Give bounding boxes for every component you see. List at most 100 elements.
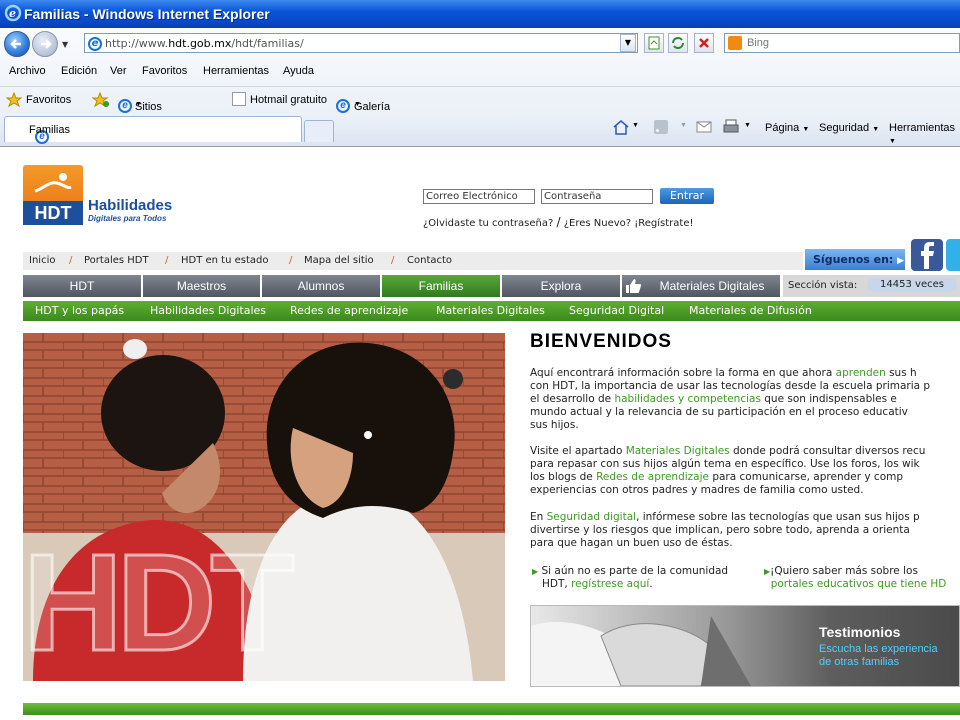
menu-archivo[interactable]: Archivo [9, 65, 46, 77]
facebook-glyph-icon [921, 242, 934, 269]
register-link[interactable]: ¿Eres Nuevo? ¡Regístrate! [564, 218, 694, 229]
testimonials-photo [531, 616, 751, 686]
url-prefix: http://www. [105, 37, 169, 50]
twitter-icon[interactable] [946, 239, 960, 271]
link-materiales-digitales[interactable]: Materiales Digitales [626, 445, 730, 457]
email-field[interactable]: Correo Electrónico [423, 189, 535, 204]
chevron-down-icon: ▼ [872, 126, 880, 133]
intro-paragraph: Aquí encontrará información sobre la for… [530, 367, 960, 432]
link-seguridad-digital[interactable]: Seguridad digital [547, 511, 636, 523]
new-tab-button[interactable] [304, 120, 334, 142]
link-aprenden[interactable]: aprenden [836, 367, 886, 379]
link-portales-hdt[interactable]: Portales HDT [84, 255, 149, 266]
compatibility-button[interactable] [644, 33, 664, 53]
text: Aquí encontrará información sobre la for… [530, 367, 836, 379]
search-placeholder: Bing [747, 37, 770, 49]
tab-familias[interactable]: e Familias [4, 116, 302, 144]
testimonials-subtitle: Escucha las experiencia de otras familias [819, 643, 938, 669]
link-redes-aprendizaje[interactable]: Redes de aprendizaje [596, 471, 709, 483]
nav-materiales-digitales[interactable]: Materiales Digitales [622, 275, 780, 297]
nav-familias[interactable]: Familias [382, 275, 500, 297]
nav-alumnos[interactable]: Alumnos [262, 275, 380, 297]
section-views-label: Sección vista: [788, 280, 858, 291]
forgot-password-link[interactable]: ¿Olvidaste tu contraseña? [423, 218, 553, 229]
subnav-hdt-papas[interactable]: HDT y los papás [35, 304, 124, 317]
subnav-habilidades-digitales[interactable]: Habilidades Digitales [150, 304, 266, 317]
text: sus h [885, 367, 917, 379]
logo-subtitle: Digitales para Todos [88, 214, 167, 223]
text: En [530, 511, 547, 523]
window-title: Familias - Windows Internet Explorer [24, 6, 270, 22]
back-button[interactable] [4, 31, 30, 57]
nav-maestros[interactable]: Maestros [143, 275, 260, 297]
address-bar[interactable]: e http://www.hdt.gob.mx/hdt/familias/ [84, 33, 638, 53]
search-box[interactable]: Bing [724, 33, 960, 53]
nav-explora[interactable]: Explora [502, 275, 620, 297]
facebook-icon[interactable] [911, 239, 943, 271]
cmd-herramientas[interactable]: Herramientas ▼ [889, 122, 960, 146]
menu-favoritos[interactable]: Favoritos [142, 65, 187, 77]
menu-ayuda[interactable]: Ayuda [283, 65, 314, 77]
text: Si aún no es parte de la comunidad [541, 565, 729, 577]
text: HDT, [542, 578, 572, 590]
nav-hdt[interactable]: HDT [23, 275, 141, 297]
menu-ver[interactable]: Ver [110, 65, 127, 77]
p2-line1: Visite el apartado Materiales Digitales … [530, 445, 960, 458]
refresh-icon [672, 37, 684, 49]
text: Visite el apartado [530, 445, 626, 457]
link-habilidades-competencias[interactable]: habilidades y competencias [614, 393, 760, 405]
hdt-logo[interactable]: HDT [23, 165, 83, 225]
chevron-down-icon: ▼ [680, 122, 687, 129]
menu-herramientas[interactable]: Herramientas [203, 65, 269, 77]
chevron-down-icon: ▼ [135, 101, 142, 108]
stop-button[interactable] [694, 33, 714, 53]
address-url: http://www.hdt.gob.mx/hdt/familias/ [105, 37, 304, 50]
logo-text: HDT [23, 201, 83, 225]
browser-chrome: ▼ e http://www.hdt.gob.mx/hdt/familias/ … [0, 28, 960, 149]
hero-photo: HDT [23, 333, 505, 681]
chevron-down-icon[interactable]: ▼ [632, 122, 639, 129]
cmd-seguridad[interactable]: Seguridad ▼ [819, 122, 879, 134]
link-hdt-estado[interactable]: HDT en tu estado [181, 255, 269, 266]
print-icon[interactable] [722, 118, 740, 136]
link-contacto[interactable]: Contacto [407, 255, 452, 266]
rss-feed-icon[interactable] [654, 120, 668, 134]
home-icon[interactable] [612, 118, 630, 136]
link-inicio[interactable]: Inicio [29, 255, 55, 266]
menu-edicion[interactable]: Edición [61, 65, 97, 77]
cmd-pagina[interactable]: Página ▼ [765, 122, 809, 134]
p1-line5: sus hijos. [530, 419, 579, 431]
tab-row: e Familias ▼ ▼ ▼ Página ▼ Seguridad ▼ He… [0, 114, 960, 146]
portals-link[interactable]: portales educativos que tiene HD [771, 578, 947, 590]
p1-line3: el desarrollo de habilidades y competenc… [530, 393, 960, 406]
menu-bar: Archivo Edición Ver Favoritos Herramient… [0, 60, 960, 82]
nav-materiales-label: Materiales Digitales [659, 279, 765, 293]
testimonials-title: Testimonios [819, 624, 901, 640]
mail-icon[interactable] [696, 120, 712, 134]
subnav-materiales-digitales[interactable]: Materiales Digitales [436, 304, 545, 317]
logo-name: Habilidades [88, 197, 173, 214]
link-mapa-sitio[interactable]: Mapa del sitio [304, 255, 374, 266]
favorites-button[interactable]: Favoritos [26, 94, 71, 106]
forward-button[interactable] [32, 31, 58, 57]
chevron-down-icon: ▼ [354, 101, 361, 108]
favorites-bar: Favoritos e Sitios sugeridos ▼ Hotmail g… [0, 86, 960, 149]
subnav-materiales-difusion[interactable]: Materiales de Difusión [689, 304, 812, 317]
password-field[interactable]: Contraseña [541, 189, 653, 204]
follow-us-banner: Síguenos en: ▶ [805, 249, 905, 270]
subnav-seguridad-digital[interactable]: Seguridad Digital [569, 304, 664, 317]
register-here-link[interactable]: regístrese aquí [571, 578, 649, 590]
history-dropdown-icon[interactable]: ▼ [62, 40, 68, 49]
link-separator: / [69, 255, 73, 266]
subnav-redes-aprendizaje[interactable]: Redes de aprendizaje [290, 304, 408, 317]
chevron-down-icon[interactable]: ▼ [744, 122, 751, 129]
add-favorite-icon[interactable] [92, 92, 110, 108]
section-views: Sección vista: 14453 veces [783, 275, 960, 297]
address-dropdown-button[interactable]: ▼ [620, 34, 636, 52]
link-separator: / [289, 255, 293, 266]
p1-line4: mundo actual y la relevancia de su parti… [530, 406, 908, 418]
login-button[interactable]: Entrar [660, 188, 714, 204]
testimonials-banner[interactable]: Testimonios Escucha las experiencia de ot… [530, 605, 960, 687]
favorites-hotmail[interactable]: Hotmail gratuito [250, 94, 327, 106]
refresh-button[interactable] [668, 33, 688, 53]
